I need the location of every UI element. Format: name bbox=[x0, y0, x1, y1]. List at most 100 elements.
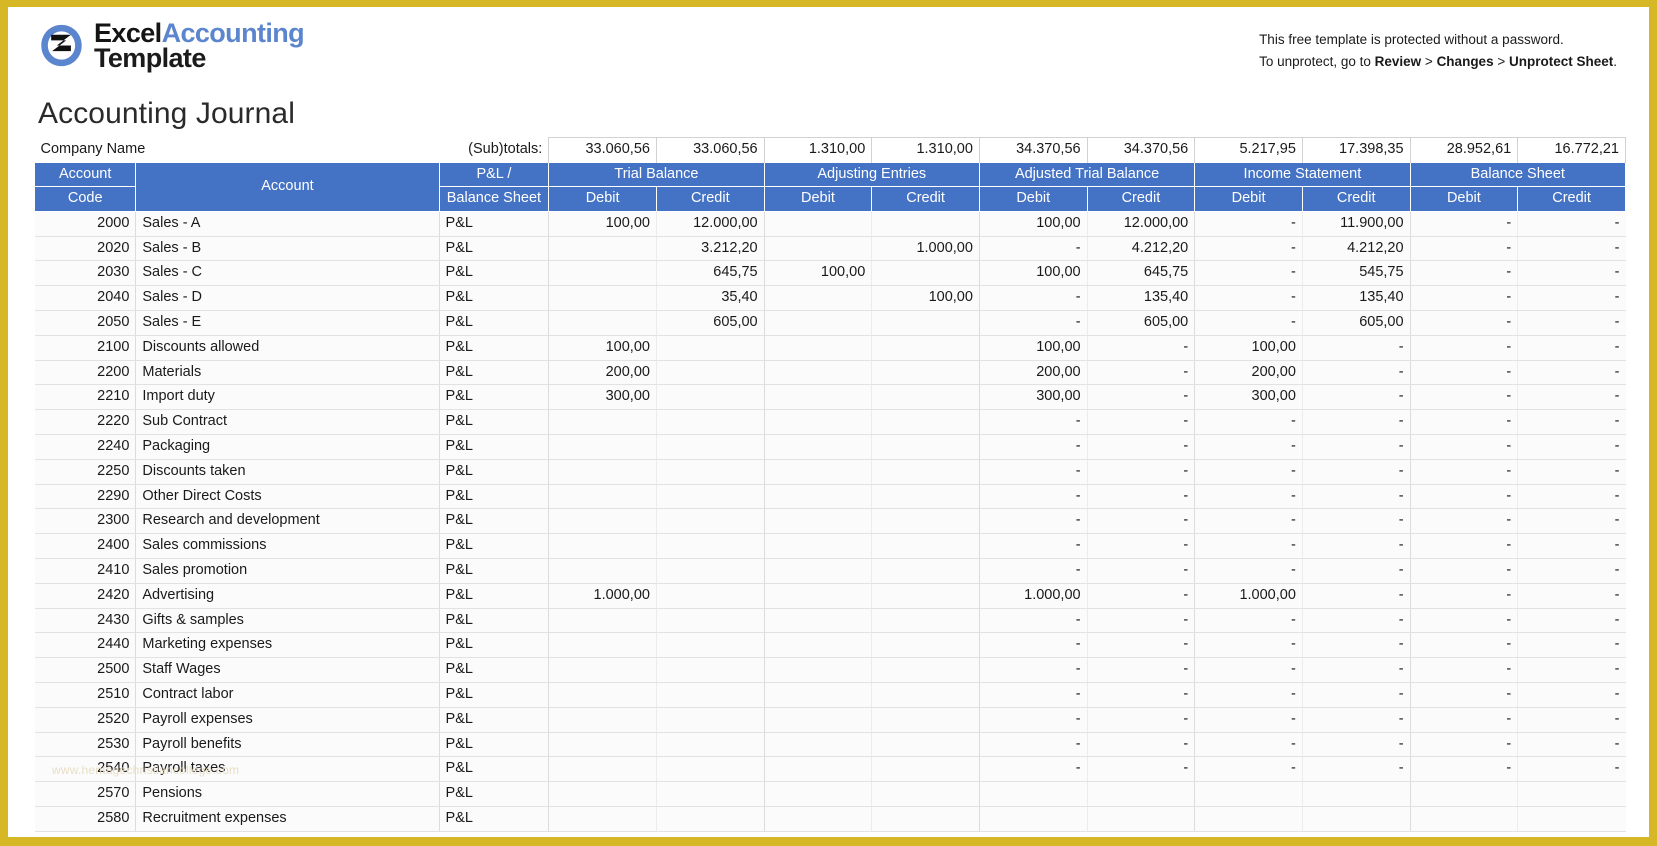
cell-tb-debit[interactable] bbox=[548, 533, 657, 559]
cell-bs-debit[interactable]: - bbox=[1410, 533, 1519, 559]
cell-is-debit[interactable]: - bbox=[1194, 608, 1303, 634]
cell-pl-balance-sheet[interactable]: P&L bbox=[439, 434, 550, 460]
cell-is-debit[interactable]: - bbox=[1194, 211, 1303, 237]
cell-tb-credit[interactable] bbox=[656, 360, 765, 386]
cell-bs-credit[interactable]: - bbox=[1517, 583, 1626, 609]
cell-tb-credit[interactable]: 35,40 bbox=[656, 285, 765, 311]
cell-bs-debit[interactable]: - bbox=[1410, 335, 1519, 361]
cell-bs-credit[interactable]: - bbox=[1517, 608, 1626, 634]
cell-ae-debit[interactable] bbox=[764, 756, 873, 783]
cell-account-name[interactable]: Sales - E bbox=[135, 310, 440, 336]
cell-bs-debit[interactable]: - bbox=[1410, 608, 1519, 634]
cell-atb-debit[interactable]: 300,00 bbox=[979, 384, 1088, 411]
cell-is-credit[interactable]: - bbox=[1302, 533, 1411, 559]
cell-account-code[interactable]: 2030 bbox=[34, 260, 137, 287]
cell-tb-credit[interactable] bbox=[656, 608, 765, 634]
cell-is-credit[interactable]: - bbox=[1302, 459, 1411, 485]
cell-ae-debit[interactable] bbox=[764, 806, 873, 832]
cell-account-name[interactable]: Sales commissions bbox=[135, 533, 440, 559]
cell-account-name[interactable]: Sub Contract bbox=[135, 409, 440, 435]
cell-atb-debit[interactable] bbox=[979, 781, 1088, 807]
cell-tb-credit[interactable] bbox=[656, 558, 765, 584]
cell-atb-credit[interactable]: - bbox=[1087, 657, 1196, 683]
cell-tb-credit[interactable]: 12.000,00 bbox=[656, 211, 765, 237]
cell-ae-debit[interactable] bbox=[764, 632, 873, 659]
cell-atb-debit[interactable]: - bbox=[979, 459, 1088, 485]
cell-ae-credit[interactable] bbox=[871, 484, 980, 510]
cell-is-credit[interactable]: 11.900,00 bbox=[1302, 211, 1411, 237]
cell-account-code[interactable]: 2100 bbox=[34, 335, 137, 361]
cell-atb-debit[interactable]: - bbox=[979, 285, 1088, 311]
cell-bs-debit[interactable]: - bbox=[1410, 508, 1519, 535]
cell-is-credit[interactable]: - bbox=[1302, 608, 1411, 634]
cell-ae-debit[interactable] bbox=[764, 360, 873, 386]
cell-atb-credit[interactable]: 645,75 bbox=[1087, 260, 1196, 287]
cell-is-credit[interactable]: - bbox=[1302, 484, 1411, 510]
cell-tb-credit[interactable]: 645,75 bbox=[656, 260, 765, 287]
cell-bs-credit[interactable]: - bbox=[1517, 756, 1626, 783]
cell-atb-debit[interactable]: - bbox=[979, 608, 1088, 634]
cell-tb-credit[interactable] bbox=[656, 335, 765, 361]
cell-tb-credit[interactable] bbox=[656, 384, 765, 411]
cell-pl-balance-sheet[interactable]: P&L bbox=[439, 632, 550, 659]
cell-tb-debit[interactable] bbox=[548, 285, 657, 311]
cell-tb-debit[interactable] bbox=[548, 756, 657, 783]
cell-pl-balance-sheet[interactable]: P&L bbox=[439, 459, 550, 485]
cell-bs-credit[interactable]: - bbox=[1517, 707, 1626, 733]
cell-is-credit[interactable]: - bbox=[1302, 682, 1411, 708]
cell-ae-debit[interactable] bbox=[764, 707, 873, 733]
cell-bs-debit[interactable]: - bbox=[1410, 285, 1519, 311]
cell-account-code[interactable]: 2050 bbox=[34, 310, 137, 336]
cell-account-name[interactable]: Payroll expenses bbox=[135, 707, 440, 733]
cell-pl-balance-sheet[interactable]: P&L bbox=[439, 409, 550, 435]
cell-bs-debit[interactable]: - bbox=[1410, 409, 1519, 435]
cell-bs-credit[interactable]: - bbox=[1517, 434, 1626, 460]
cell-bs-debit[interactable]: - bbox=[1410, 632, 1519, 659]
cell-is-credit[interactable]: 545,75 bbox=[1302, 260, 1411, 287]
cell-atb-credit[interactable]: - bbox=[1087, 608, 1196, 634]
cell-pl-balance-sheet[interactable]: P&L bbox=[439, 236, 550, 262]
cell-ae-debit[interactable] bbox=[764, 285, 873, 311]
cell-atb-credit[interactable]: - bbox=[1087, 583, 1196, 609]
cell-ae-debit[interactable] bbox=[764, 211, 873, 237]
cell-is-credit[interactable]: - bbox=[1302, 508, 1411, 535]
cell-account-code[interactable]: 2510 bbox=[34, 682, 137, 708]
cell-tb-credit[interactable] bbox=[656, 756, 765, 783]
cell-tb-debit[interactable] bbox=[548, 608, 657, 634]
cell-tb-credit[interactable] bbox=[656, 583, 765, 609]
cell-is-debit[interactable]: - bbox=[1194, 409, 1303, 435]
cell-tb-debit[interactable] bbox=[548, 732, 657, 758]
cell-tb-debit[interactable] bbox=[548, 682, 657, 708]
cell-ae-credit[interactable] bbox=[871, 260, 980, 287]
cell-bs-credit[interactable]: - bbox=[1517, 459, 1626, 485]
cell-atb-credit[interactable]: 12.000,00 bbox=[1087, 211, 1196, 237]
cell-tb-debit[interactable] bbox=[548, 434, 657, 460]
cell-bs-debit[interactable]: - bbox=[1410, 682, 1519, 708]
cell-is-credit[interactable]: 4.212,20 bbox=[1302, 236, 1411, 262]
cell-ae-credit[interactable] bbox=[871, 682, 980, 708]
cell-atb-credit[interactable]: - bbox=[1087, 409, 1196, 435]
cell-account-name[interactable]: Pensions bbox=[135, 781, 440, 807]
cell-account-code[interactable]: 2530 bbox=[34, 732, 137, 758]
cell-ae-credit[interactable] bbox=[871, 459, 980, 485]
cell-bs-credit[interactable]: - bbox=[1517, 236, 1626, 262]
cell-pl-balance-sheet[interactable]: P&L bbox=[439, 335, 550, 361]
cell-ae-credit[interactable] bbox=[871, 657, 980, 683]
cell-is-credit[interactable]: - bbox=[1302, 384, 1411, 411]
cell-bs-credit[interactable]: - bbox=[1517, 211, 1626, 237]
cell-ae-credit[interactable] bbox=[871, 806, 980, 832]
cell-pl-balance-sheet[interactable]: P&L bbox=[439, 682, 550, 708]
cell-account-code[interactable]: 2250 bbox=[34, 459, 137, 485]
cell-ae-debit[interactable] bbox=[764, 236, 873, 262]
cell-bs-debit[interactable]: - bbox=[1410, 236, 1519, 262]
cell-tb-credit[interactable]: 605,00 bbox=[656, 310, 765, 336]
cell-pl-balance-sheet[interactable]: P&L bbox=[439, 484, 550, 510]
cell-is-debit[interactable]: 300,00 bbox=[1194, 384, 1303, 411]
cell-account-name[interactable]: Import duty bbox=[135, 384, 440, 411]
cell-atb-credit[interactable]: - bbox=[1087, 384, 1196, 411]
cell-tb-credit[interactable] bbox=[656, 632, 765, 659]
cell-bs-credit[interactable]: - bbox=[1517, 260, 1626, 287]
cell-account-name[interactable]: Advertising bbox=[135, 583, 440, 609]
cell-bs-debit[interactable]: - bbox=[1410, 211, 1519, 237]
cell-bs-debit[interactable]: - bbox=[1410, 657, 1519, 683]
